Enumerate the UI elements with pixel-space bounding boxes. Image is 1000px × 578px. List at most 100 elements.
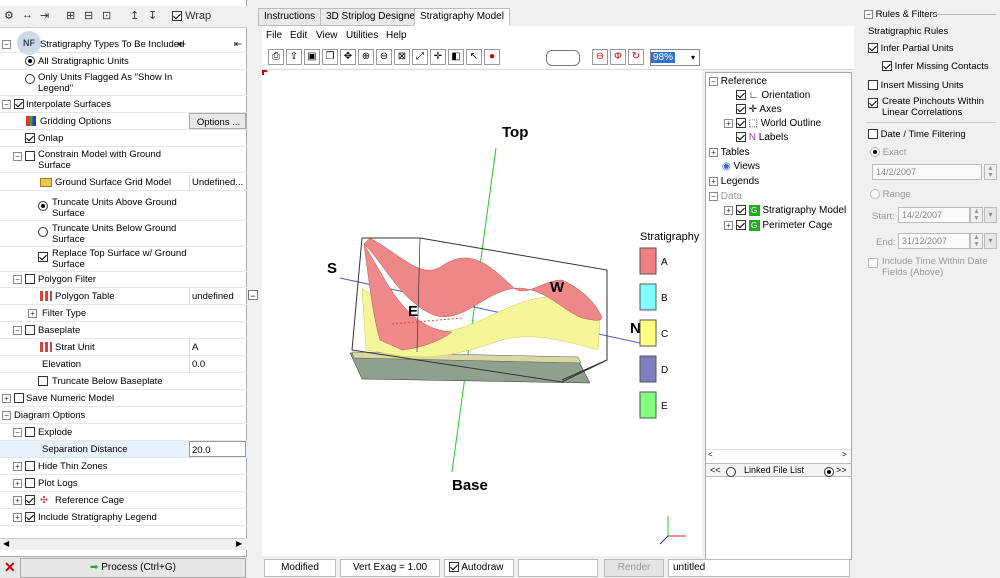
start-date-input[interactable]: 14/2/2007	[898, 207, 970, 223]
pan-icon[interactable]: ✛	[430, 49, 446, 65]
cancel-icon[interactable]: ✕	[4, 559, 16, 576]
row-save-numeric[interactable]: + Save Numeric Model	[0, 390, 247, 407]
truncate-above-radio[interactable]	[38, 201, 48, 212]
baseplate-checkbox[interactable]	[24, 325, 35, 336]
row-polygon-filter[interactable]: − Polygon Filter	[0, 271, 247, 288]
start-date-spinner[interactable]: ▲ ▼	[970, 207, 983, 223]
tree-legends[interactable]: + Legends	[709, 176, 759, 187]
scroll-left-icon[interactable]: <	[708, 450, 713, 459]
zoom-in-icon[interactable]: ⊕	[358, 49, 374, 65]
fit-icon[interactable]: ⊡	[102, 9, 111, 22]
tree-data[interactable]: − Data	[709, 191, 742, 202]
row-plot-logs[interactable]: + Plot Logs	[0, 475, 247, 492]
interpolate-checkbox[interactable]	[13, 99, 24, 110]
row-hide-thin[interactable]: + Hide Thin Zones	[0, 458, 247, 475]
linked-radio-left[interactable]	[726, 466, 736, 477]
polygon-filter-checkbox[interactable]	[24, 274, 35, 285]
row-elevation[interactable]: Elevation 0.0	[0, 356, 247, 373]
select-icon[interactable]: ◧	[448, 49, 464, 65]
copy-icon[interactable]: ❐	[322, 49, 338, 65]
truncate-baseplate-checkbox[interactable]	[38, 376, 48, 387]
process-button[interactable]: ➡ Process (Ctrl+G)	[20, 558, 246, 578]
expand-all-icon[interactable]: ⊞	[66, 9, 75, 22]
row-baseplate[interactable]: − Baseplate	[0, 322, 247, 339]
pin-icon[interactable]: ⇤	[178, 36, 186, 53]
zoom-extents-icon[interactable]: ⤢	[412, 49, 428, 65]
shape-select[interactable]	[546, 50, 580, 66]
elevation-value[interactable]: 0.0	[189, 356, 246, 372]
save-numeric-checkbox[interactable]	[13, 393, 24, 404]
autodraw-checkbox[interactable]: Autodraw	[444, 559, 514, 577]
row-constrain[interactable]: − Constrain Model with Ground Surface	[0, 147, 247, 173]
end-date-input[interactable]: 31/12/2007	[898, 233, 970, 249]
row-all-units[interactable]: All Stratigraphic Units	[0, 53, 247, 70]
collapse-horizontal-icon[interactable]: ⇥	[40, 9, 49, 22]
rotate-z-icon[interactable]: ↻	[628, 49, 644, 65]
row-ground-grid[interactable]: Ground Surface Grid Model Undefined...	[0, 174, 247, 191]
rotate-y-icon[interactable]: Φ	[610, 49, 626, 65]
menu-help[interactable]: Help	[386, 30, 407, 41]
rotate-x-icon[interactable]: ⊖	[592, 49, 608, 65]
expand-horizontal-icon[interactable]: ↔	[22, 9, 33, 21]
linked-radio-right[interactable]	[824, 466, 834, 477]
plot-logs-checkbox[interactable]	[24, 478, 35, 489]
insert-missing-checkbox[interactable]: Insert Missing Units	[868, 80, 964, 91]
separation-input[interactable]: 20.0	[189, 441, 246, 457]
infer-partial-checkbox[interactable]: Infer Partial Units	[868, 43, 954, 54]
ground-grid-value[interactable]: Undefined...	[189, 174, 246, 190]
tab-3d-striplog[interactable]: 3D Striplog Designer	[320, 8, 425, 26]
rotate-icon[interactable]: ✥	[340, 49, 356, 65]
menu-utilities[interactable]: Utilities	[346, 30, 378, 41]
row-diagram-options[interactable]: − Diagram Options	[0, 407, 247, 424]
left-scrollbar[interactable]: ◀ ▶	[0, 538, 247, 550]
row-polygon-table[interactable]: Polygon Table undefined	[0, 288, 247, 305]
tab-stratigraphy-model[interactable]: Stratigraphy Model	[414, 8, 510, 26]
row-truncate-baseplate[interactable]: Truncate Below Baseplate	[0, 373, 247, 390]
exact-date-input[interactable]: 14/2/2007	[872, 164, 982, 180]
exact-radio[interactable]: Exact	[870, 147, 906, 158]
include-time-checkbox[interactable]: Include Time Within Date Fields (Above)	[868, 256, 996, 278]
tree-scrollbar[interactable]: < >	[706, 449, 851, 460]
end-date-spinner[interactable]: ▲ ▼	[970, 233, 983, 249]
record-icon[interactable]: ●	[484, 49, 500, 65]
strat-legend-checkbox[interactable]	[24, 512, 35, 523]
row-strat-legend[interactable]: + Include Stratigraphy Legend	[0, 509, 247, 526]
only-flagged-radio[interactable]	[25, 74, 35, 85]
end-date-dropdown[interactable]: ▾	[984, 233, 997, 249]
tree-views[interactable]: ◉ Views	[722, 161, 760, 172]
save-icon[interactable]: ▣	[304, 49, 320, 65]
row-onlap[interactable]: Onlap	[0, 130, 247, 147]
zoom-box-icon[interactable]: ⊠	[394, 49, 410, 65]
reference-cage-checkbox[interactable]	[24, 495, 35, 506]
tab-instructions[interactable]: Instructions	[258, 8, 322, 26]
zoom-out-icon[interactable]: ⊖	[376, 49, 392, 65]
settings-icon[interactable]: ⚙	[4, 9, 14, 22]
row-filter-type[interactable]: + Filter Type	[0, 305, 247, 322]
create-pinchouts-checkbox[interactable]: Create Pinchouts Within Linear Correlati…	[868, 96, 996, 118]
start-date-dropdown[interactable]: ▾	[984, 207, 997, 223]
infer-missing-checkbox[interactable]: Infer Missing Contacts	[882, 61, 989, 72]
row-truncate-above[interactable]: Truncate Units Above Ground Surface	[0, 195, 247, 221]
exact-date-spinner[interactable]: ▲ ▼	[984, 164, 997, 180]
nav-prev-button[interactable]: <<	[710, 464, 721, 476]
row-strat-unit[interactable]: Strat Unit A	[0, 339, 247, 356]
row-strat-types[interactable]: − Stratigraphy Types To Be Included ⇤ ⇤	[0, 36, 247, 53]
splitter-toggle[interactable]: −	[248, 290, 258, 301]
move-down-icon[interactable]: ↧	[148, 9, 157, 22]
replace-top-checkbox[interactable]	[38, 252, 48, 263]
all-units-radio[interactable]	[25, 56, 35, 67]
range-radio[interactable]: Range	[870, 189, 911, 200]
tree-axes[interactable]: ✛ Axes	[736, 104, 782, 115]
zoom-select[interactable]: 98% ▾	[650, 49, 700, 66]
tree-perimeter[interactable]: + G Perimeter Cage	[724, 220, 832, 231]
row-separation[interactable]: Separation Distance 20.0	[0, 441, 247, 458]
constrain-checkbox[interactable]	[24, 151, 35, 162]
menu-file[interactable]: File	[266, 30, 282, 41]
gridding-options-button[interactable]: Options ...	[189, 113, 246, 129]
onlap-checkbox[interactable]	[25, 133, 35, 144]
truncate-below-radio[interactable]	[38, 227, 48, 238]
export-icon[interactable]: ⇪	[286, 49, 302, 65]
explode-checkbox[interactable]	[24, 427, 35, 438]
scroll-right-icon[interactable]: >	[842, 450, 847, 459]
polygon-table-value[interactable]: undefined	[189, 288, 246, 304]
